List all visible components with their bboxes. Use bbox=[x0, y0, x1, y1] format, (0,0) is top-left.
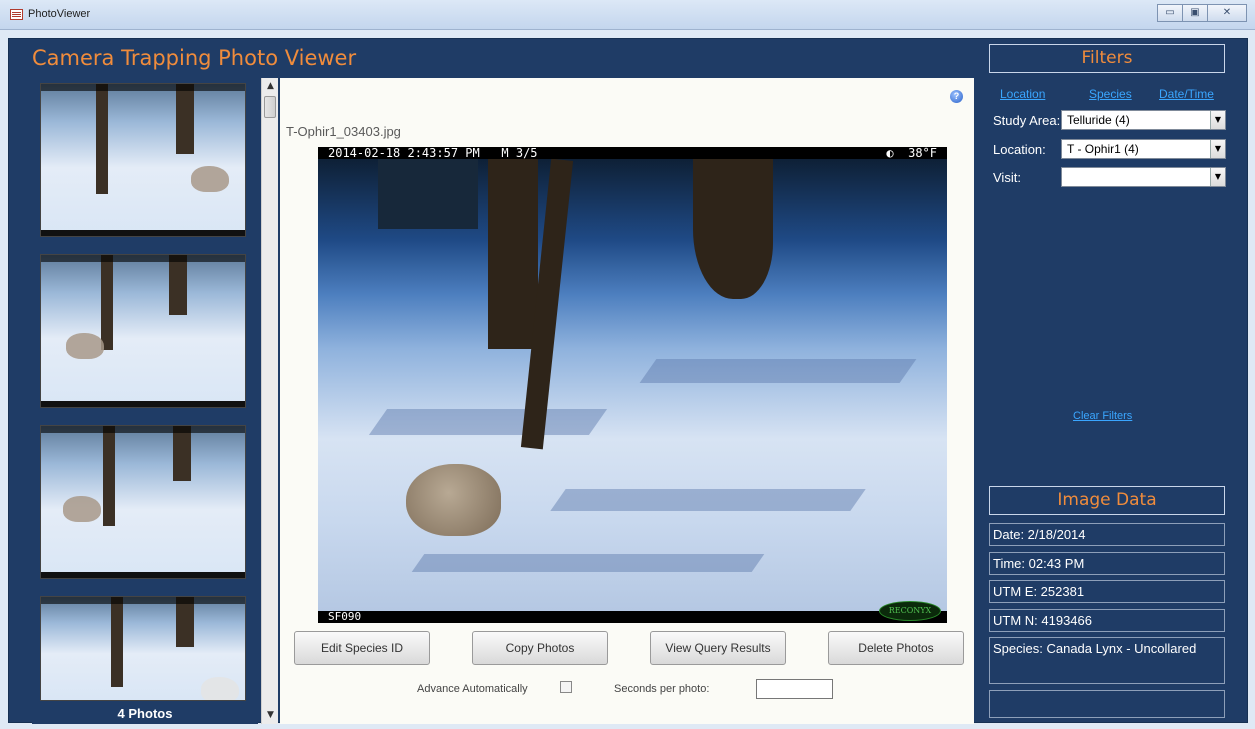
view-query-results-button[interactable]: View Query Results bbox=[650, 631, 786, 665]
location-value: T - Ophir1 (4) bbox=[1067, 142, 1139, 156]
chevron-down-icon[interactable]: ▼ bbox=[1210, 111, 1225, 129]
seconds-per-photo-label: Seconds per photo: bbox=[614, 683, 710, 695]
window-controls: ▭ ▣ ✕ bbox=[1157, 4, 1247, 22]
clear-filters-link[interactable]: Clear Filters bbox=[1073, 410, 1132, 422]
advance-automatically-label: Advance Automatically bbox=[417, 683, 528, 695]
date-field: Date: 2/18/2014 bbox=[989, 523, 1225, 546]
image-data-header: Image Data bbox=[989, 486, 1225, 515]
photo-count: 4 Photos bbox=[117, 706, 173, 721]
delete-photos-button[interactable]: Delete Photos bbox=[828, 631, 964, 665]
thumbnail-item[interactable] bbox=[40, 83, 246, 237]
thumbnail-item[interactable] bbox=[40, 254, 246, 408]
chevron-down-icon[interactable]: ▼ bbox=[1210, 140, 1225, 158]
visit-label: Visit: bbox=[993, 170, 1021, 185]
edit-species-id-button[interactable]: Edit Species ID bbox=[294, 631, 430, 665]
help-icon[interactable]: ? bbox=[950, 90, 963, 103]
thumbnail-item[interactable] bbox=[40, 596, 246, 701]
study-area-label: Study Area: bbox=[993, 113, 1061, 128]
copy-photos-button[interactable]: Copy Photos bbox=[472, 631, 608, 665]
time-field: Time: 02:43 PM bbox=[989, 552, 1225, 575]
visit-select[interactable]: ▼ bbox=[1061, 167, 1226, 187]
app-icon bbox=[10, 9, 23, 20]
thumbnail-item[interactable] bbox=[40, 425, 246, 579]
scroll-up-icon[interactable]: ▲ bbox=[262, 78, 279, 95]
photo-viewer-panel: ? T-Ophir1_03403.jpg 2014-02-18 2:43:57 … bbox=[280, 78, 974, 724]
main-photo: 2014-02-18 2:43:57 PM M 3/5 ◐ 38°F SF090… bbox=[318, 147, 947, 623]
thumbnail-panel: 4 Photos bbox=[32, 78, 258, 724]
utm-e-field: UTM E: 252381 bbox=[989, 580, 1225, 603]
close-button[interactable]: ✕ bbox=[1207, 4, 1247, 22]
scroll-thumb[interactable] bbox=[264, 96, 276, 118]
reconyx-logo: RECONYX bbox=[879, 601, 941, 621]
location-select[interactable]: T - Ophir1 (4) ▼ bbox=[1061, 139, 1226, 159]
tab-date-time[interactable]: Date/Time bbox=[1159, 87, 1214, 101]
photo-timestamp: 2014-02-18 2:43:57 PM M 3/5 bbox=[328, 147, 538, 160]
advance-automatically-checkbox[interactable] bbox=[560, 681, 572, 693]
utm-n-field: UTM N: 4193466 bbox=[989, 609, 1225, 632]
filters-header: Filters bbox=[989, 44, 1225, 73]
scroll-down-icon[interactable]: ▼ bbox=[262, 707, 279, 724]
photo-camera-code: SF090 bbox=[328, 610, 362, 623]
window-title: PhotoViewer bbox=[28, 8, 91, 20]
study-area-value: Telluride (4) bbox=[1067, 113, 1130, 127]
minimize-button[interactable]: ▭ bbox=[1157, 4, 1183, 22]
app-title: Camera Trapping Photo Viewer bbox=[32, 46, 357, 70]
file-name: T-Ophir1_03403.jpg bbox=[286, 124, 401, 139]
window-titlebar: PhotoViewer ▭ ▣ ✕ bbox=[0, 0, 1255, 30]
study-area-select[interactable]: Telluride (4) ▼ bbox=[1061, 110, 1226, 130]
chevron-down-icon[interactable]: ▼ bbox=[1210, 168, 1225, 186]
seconds-per-photo-input[interactable] bbox=[756, 679, 833, 699]
tab-species[interactable]: Species bbox=[1089, 87, 1132, 101]
maximize-button[interactable]: ▣ bbox=[1182, 4, 1208, 22]
tab-location[interactable]: Location bbox=[1000, 87, 1045, 101]
photo-temperature: ◐ 38°F bbox=[886, 147, 937, 160]
extra-field bbox=[989, 690, 1225, 718]
species-field: Species: Canada Lynx - Uncollared bbox=[989, 637, 1225, 684]
location-label: Location: bbox=[993, 142, 1046, 157]
thumbnail-scrollbar[interactable]: ▲ ▼ bbox=[261, 78, 278, 724]
